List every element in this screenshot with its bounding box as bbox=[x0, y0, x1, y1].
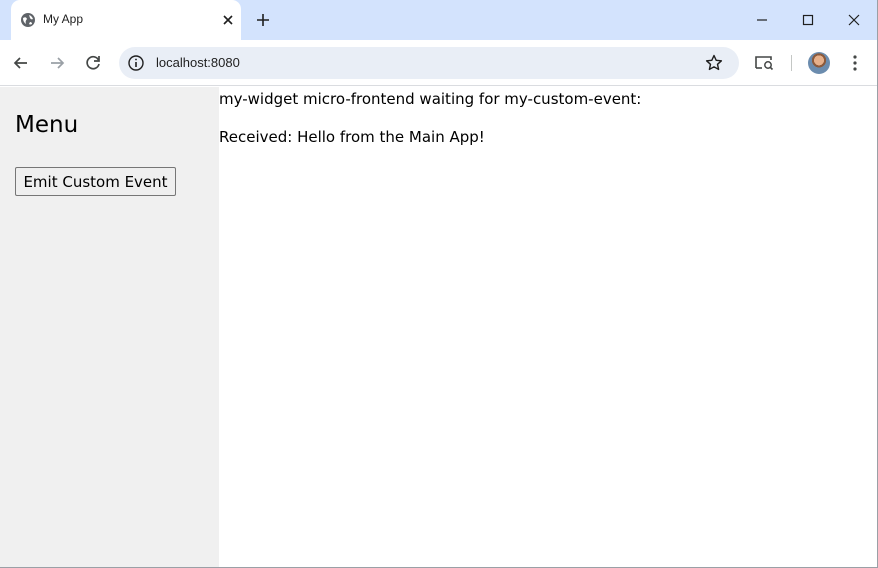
page-viewport: Menu Emit Custom Event my-widget micro-f… bbox=[0, 87, 878, 568]
plus-icon[interactable] bbox=[253, 10, 273, 30]
minimize-icon[interactable] bbox=[750, 8, 774, 32]
browser-toolbar: localhost:8080 bbox=[0, 40, 878, 86]
cast-icon[interactable] bbox=[752, 51, 776, 75]
star-icon[interactable] bbox=[704, 53, 724, 73]
info-icon[interactable] bbox=[126, 53, 146, 73]
maximize-icon[interactable] bbox=[796, 8, 820, 32]
tab-my-app[interactable]: My App bbox=[11, 0, 241, 40]
back-arrow-icon[interactable] bbox=[9, 51, 33, 75]
received-message: Received: Hello from the Main App! bbox=[219, 128, 485, 146]
avatar[interactable] bbox=[808, 52, 830, 74]
more-vert-icon[interactable] bbox=[843, 51, 867, 75]
widget-heading: my-widget micro-frontend waiting for my-… bbox=[219, 90, 642, 108]
sidebar-title: Menu bbox=[15, 112, 79, 138]
close-icon[interactable] bbox=[220, 12, 236, 28]
emit-custom-event-button[interactable]: Emit Custom Event bbox=[15, 167, 176, 196]
close-icon[interactable] bbox=[842, 8, 866, 32]
micro-frontend-widget: my-widget micro-frontend waiting for my-… bbox=[219, 87, 878, 568]
toolbar-divider bbox=[791, 55, 792, 71]
tab-strip: My App bbox=[0, 0, 878, 40]
forward-arrow-icon[interactable] bbox=[45, 51, 69, 75]
address-bar[interactable]: localhost:8080 bbox=[119, 47, 739, 79]
tab-title: My App bbox=[43, 12, 84, 26]
reload-icon[interactable] bbox=[81, 51, 105, 75]
sidebar: Menu Emit Custom Event bbox=[0, 87, 219, 568]
globe-icon bbox=[21, 13, 35, 27]
url-text[interactable]: localhost:8080 bbox=[156, 55, 240, 70]
